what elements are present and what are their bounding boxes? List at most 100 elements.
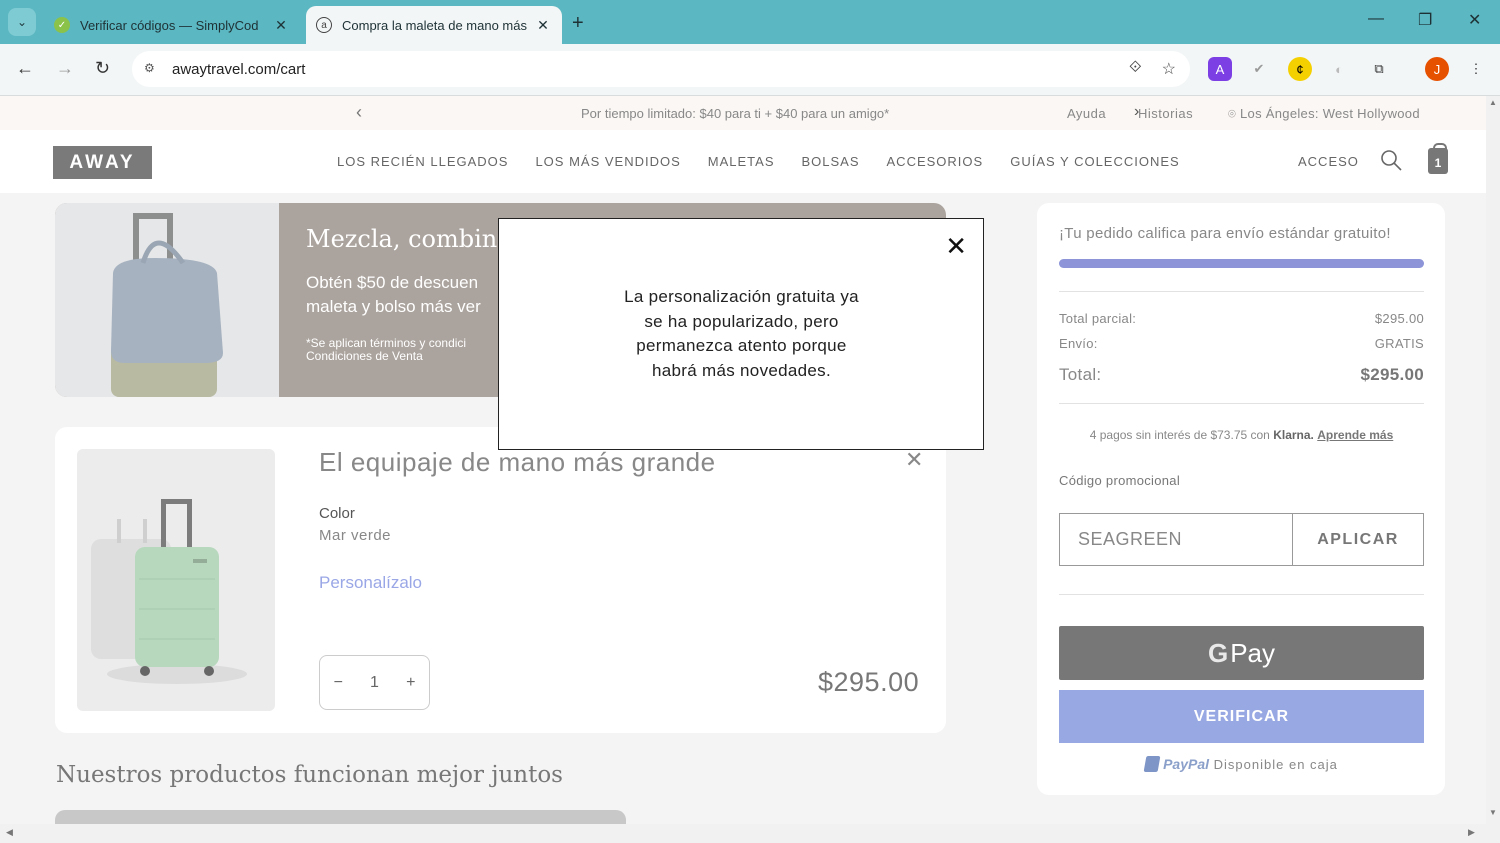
paypal-text: Disponible en caja — [1213, 757, 1338, 772]
item-price: $295.00 — [818, 667, 920, 697]
extension-check-icon[interactable]: ✔ — [1247, 57, 1271, 81]
site-header: AWAY LOS RECIÉN LLEGADOS LOS MÁS VENDIDO… — [0, 130, 1486, 193]
bookmark-star-icon[interactable]: ☆ — [1162, 59, 1176, 79]
total-label: Total: — [1059, 365, 1102, 384]
extension-grey-icon[interactable]: ◐ — [1327, 57, 1351, 81]
shipping-value: GRATIS — [1374, 336, 1424, 351]
cart-item-card: El equipaje de mano más grande ✕ Color M… — [55, 427, 946, 733]
klarna-logo: Klarna. — [1273, 428, 1314, 442]
klarna-learn-more-link[interactable]: Aprende más — [1317, 428, 1393, 442]
google-pay-label: Pay — [1230, 637, 1276, 668]
subtotal-row: Total parcial: $295.00 — [1059, 311, 1424, 326]
tab-simplycodes[interactable]: ✓ Verificar códigos — SimplyCod ✕ — [44, 6, 300, 44]
banner-terms: *Se aplican términos y condici Condicion… — [306, 336, 467, 363]
scroll-left-icon[interactable]: ◀ — [6, 827, 13, 838]
scroll-right-icon[interactable]: ▶ — [1468, 827, 1475, 838]
chevron-left-icon[interactable]: ‹ — [356, 102, 362, 123]
paypal-icon — [1143, 756, 1161, 772]
shipping-progress-bar — [1059, 259, 1424, 268]
tab-close-icon[interactable]: ✕ — [272, 17, 290, 34]
paypal-availability: PayPal Disponible en caja — [1059, 756, 1424, 772]
away-logo[interactable]: AWAY — [53, 146, 152, 179]
klarna-message: 4 pagos sin interés de $73.75 con Klarna… — [1059, 428, 1424, 442]
cart-count: 1 — [1434, 156, 1442, 170]
reload-icon[interactable]: ↻ — [95, 58, 110, 79]
color-value: Mar verde — [319, 527, 392, 544]
nav-guides[interactable]: GUÍAS Y COLECCIONES — [1010, 154, 1180, 169]
nav-bags[interactable]: BOLSAS — [801, 154, 859, 169]
banner-subtext: Obtén $50 de descuen maleta y bolso más … — [306, 273, 481, 316]
shipping-progress-fill — [1059, 259, 1424, 268]
promo-code-label: Código promocional — [1059, 473, 1181, 488]
shipping-row: Envío: GRATIS — [1059, 336, 1424, 351]
stories-link[interactable]: Historias — [1138, 106, 1193, 121]
profile-avatar[interactable]: J — [1425, 57, 1449, 81]
quantity-stepper: − 1 + — [319, 655, 430, 710]
promo-code-input[interactable] — [1059, 513, 1293, 566]
back-arrow-icon[interactable]: ← — [16, 58, 34, 79]
store-location-link[interactable]: ⌾ Los Ángeles: West Hollywood — [1228, 106, 1420, 122]
help-link[interactable]: Ayuda — [1067, 106, 1106, 121]
nav-suitcases[interactable]: MALETAS — [708, 154, 775, 169]
forward-arrow-icon[interactable]: → — [56, 58, 74, 79]
browser-menu-icon[interactable]: ⋮ — [1464, 57, 1488, 81]
extension-coupon-icon[interactable]: ¢ — [1288, 57, 1312, 81]
login-link[interactable]: ACCESO — [1298, 154, 1359, 169]
nav-accessories[interactable]: ACCESORIOS — [887, 154, 984, 169]
tab-search-button[interactable]: ⌄ — [8, 8, 36, 36]
window-close-icon[interactable]: ✕ — [1468, 10, 1481, 30]
product-title[interactable]: El equipaje de mano más grande — [319, 447, 716, 478]
scroll-up-icon[interactable]: ▲ — [1489, 98, 1497, 107]
tab-away-cart[interactable]: a Compra la maleta de mano más ✕ — [306, 6, 562, 44]
cursor-icon: › — [1134, 103, 1140, 120]
quantity-value[interactable]: 1 — [370, 674, 379, 692]
nav-best-sellers[interactable]: LOS MÁS VENDIDOS — [535, 154, 680, 169]
search-icon[interactable] — [1380, 149, 1402, 171]
color-label: Color — [319, 505, 355, 522]
order-summary: ¡Tu pedido califica para envío estándar … — [1037, 203, 1445, 795]
main-nav: LOS RECIÉN LLEGADOS LOS MÁS VENDIDOS MAL… — [337, 154, 1180, 169]
nav-new-arrivals[interactable]: LOS RECIÉN LLEGADOS — [337, 154, 508, 169]
tab-close-icon[interactable]: ✕ — [534, 17, 552, 34]
google-pay-button[interactable]: G Pay — [1059, 626, 1424, 680]
site-settings-icon[interactable]: ⚙ — [144, 61, 162, 77]
url-text[interactable]: awaytravel.com/cart — [172, 61, 305, 78]
store-location-text: Los Ángeles: West Hollywood — [1240, 106, 1420, 121]
checkout-button[interactable]: VERIFICAR — [1059, 690, 1424, 743]
scroll-down-icon[interactable]: ▼ — [1489, 808, 1497, 817]
translate-icon[interactable]: ⟐ — [1129, 59, 1142, 79]
location-pin-icon: ⌾ — [1228, 106, 1241, 121]
new-tab-button[interactable]: + — [572, 12, 584, 35]
banner-headline: Mezcla, combina — [306, 225, 512, 253]
divider — [1059, 403, 1424, 404]
horizontal-scrollbar[interactable]: ◀ ▶ — [0, 824, 1500, 843]
apply-promo-button[interactable]: APLICAR — [1292, 513, 1424, 566]
personalize-link[interactable]: Personalízalo — [319, 573, 422, 593]
personalization-modal: ✕ La personalización gratuita ya se ha p… — [498, 218, 984, 450]
minimize-icon[interactable]: — — [1368, 10, 1384, 28]
tab-title: Verificar códigos — SimplyCod — [80, 17, 259, 33]
recommendations-carousel[interactable] — [55, 810, 626, 824]
close-icon[interactable]: ✕ — [945, 233, 967, 259]
decrease-quantity-button[interactable]: − — [334, 674, 343, 692]
divider — [1059, 594, 1424, 595]
subtotal-label: Total parcial: — [1059, 311, 1137, 326]
extension-a-icon[interactable]: A — [1208, 57, 1232, 81]
subtotal-value: $295.00 — [1374, 311, 1424, 326]
total-row: Total: $295.00 — [1059, 365, 1424, 385]
increase-quantity-button[interactable]: + — [406, 674, 415, 692]
address-bar[interactable]: ⚙ awaytravel.com/cart ⟐ ☆ — [132, 51, 1190, 87]
product-image[interactable] — [77, 449, 275, 711]
tab-title: Compra la maleta de mano más — [342, 17, 527, 33]
promo-bar: ‹ Por tiempo limitado: $40 para ti + $40… — [0, 96, 1486, 130]
chevron-down-icon: ⌄ — [16, 15, 28, 29]
extensions-puzzle-icon[interactable]: ⧉ — [1367, 57, 1391, 81]
page-viewport: ‹ Por tiempo limitado: $40 para ti + $40… — [0, 96, 1486, 824]
browser-tab-bar: ⌄ ✓ Verificar códigos — SimplyCod ✕ a Co… — [0, 0, 1500, 44]
cart-bag-icon[interactable]: 1 — [1428, 143, 1448, 174]
restore-icon[interactable]: ❐ — [1418, 10, 1432, 30]
vertical-scrollbar[interactable]: ▲ ▼ — [1486, 96, 1500, 824]
paypal-logo: PayPal — [1163, 756, 1210, 772]
promo-text[interactable]: Por tiempo limitado: $40 para ti + $40 p… — [581, 106, 889, 121]
remove-item-icon[interactable]: ✕ — [905, 447, 923, 473]
